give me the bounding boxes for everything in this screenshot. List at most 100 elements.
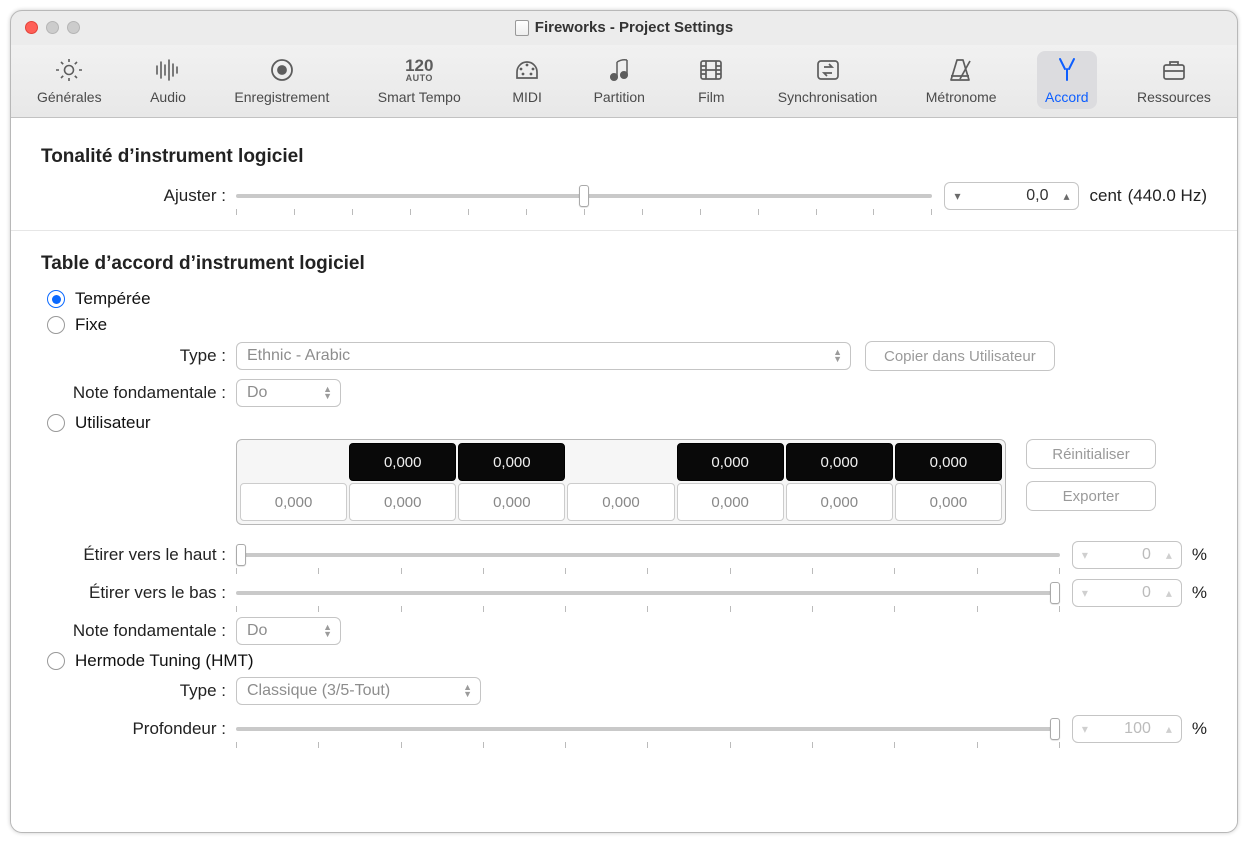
- hmt-type-value: Classique (3/5-Tout): [247, 682, 390, 700]
- export-button[interactable]: Exporter: [1026, 481, 1156, 511]
- stretch-down-stepper[interactable]: ▾ 0 ▴: [1072, 579, 1182, 607]
- section-sw-tuning-title: Tonalité d’instrument logiciel: [41, 146, 1207, 168]
- chevron-updown-icon: ▲▼: [457, 684, 472, 698]
- stepper-down-icon[interactable]: ▾: [1073, 586, 1097, 600]
- radio-fixed[interactable]: [47, 316, 65, 334]
- tune-value[interactable]: 0,0: [969, 187, 1054, 205]
- gear-icon: [51, 55, 87, 85]
- slider-thumb[interactable]: [1050, 718, 1060, 740]
- sync-icon: [810, 55, 846, 85]
- stepper-up-icon[interactable]: ▴: [1054, 189, 1078, 203]
- option-fixed-label: Fixe: [75, 315, 107, 335]
- tab-label: Film: [698, 89, 724, 105]
- tab-general[interactable]: Générales: [29, 51, 110, 109]
- percent-label: %: [1192, 583, 1207, 603]
- option-hmt-row[interactable]: Hermode Tuning (HMT): [47, 651, 1207, 671]
- radio-tempered[interactable]: [47, 290, 65, 308]
- stretch-up-slider[interactable]: [236, 544, 1060, 566]
- black-key-gs[interactable]: 0,000: [786, 443, 893, 481]
- tab-tuning[interactable]: Accord: [1037, 51, 1097, 109]
- waveform-icon: [150, 55, 186, 85]
- radio-user[interactable]: [47, 414, 65, 432]
- fixed-type-label: Type :: [41, 346, 236, 366]
- minimize-window-button[interactable]: [46, 21, 59, 34]
- content-area: Tonalité d’instrument logiciel Ajuster :…: [11, 118, 1237, 832]
- slider-thumb[interactable]: [1050, 582, 1060, 604]
- white-key-d[interactable]: 0,000: [349, 483, 456, 521]
- stretch-up-value[interactable]: 0: [1097, 546, 1157, 564]
- option-user-row[interactable]: Utilisateur: [47, 413, 1207, 433]
- stepper-up-icon[interactable]: ▴: [1157, 586, 1181, 600]
- section-scale-title: Table d’accord d’instrument logiciel: [41, 253, 1207, 275]
- tab-label: Accord: [1045, 89, 1089, 105]
- tune-stepper[interactable]: ▾ 0,0 ▴: [944, 182, 1079, 210]
- cent-label: cent: [1089, 186, 1121, 206]
- tab-recording[interactable]: Enregistrement: [226, 51, 337, 109]
- briefcase-icon: [1156, 55, 1192, 85]
- stepper-down-icon[interactable]: ▾: [945, 189, 969, 203]
- root-note-select[interactable]: Do ▲▼: [236, 379, 341, 407]
- stepper-up-icon[interactable]: ▴: [1157, 548, 1181, 562]
- chevron-updown-icon: ▲▼: [317, 386, 332, 400]
- black-key-ds[interactable]: 0,000: [458, 443, 565, 481]
- white-key-b[interactable]: 0,000: [895, 483, 1002, 521]
- hz-label: (440.0 Hz): [1128, 186, 1207, 206]
- hmt-type-select[interactable]: Classique (3/5-Tout) ▲▼: [236, 677, 481, 705]
- midi-icon: [509, 55, 545, 85]
- root-note-value: Do: [247, 384, 267, 402]
- stretch-down-label: Étirer vers le bas :: [41, 583, 236, 603]
- tune-slider[interactable]: [236, 185, 932, 207]
- white-key-g[interactable]: 0,000: [677, 483, 784, 521]
- black-key-as[interactable]: 0,000: [895, 443, 1002, 481]
- reset-button[interactable]: Réinitialiser: [1026, 439, 1156, 469]
- tab-sync[interactable]: Synchronisation: [770, 51, 886, 109]
- stepper-down-icon[interactable]: ▾: [1073, 548, 1097, 562]
- depth-value[interactable]: 100: [1097, 720, 1157, 738]
- black-key-fs[interactable]: 0,000: [677, 443, 784, 481]
- stepper-up-icon[interactable]: ▴: [1157, 722, 1181, 736]
- zoom-window-button[interactable]: [67, 21, 80, 34]
- percent-label: %: [1192, 719, 1207, 739]
- white-key-a[interactable]: 0,000: [786, 483, 893, 521]
- document-icon: [515, 20, 529, 36]
- option-fixed-row[interactable]: Fixe: [47, 315, 1207, 335]
- white-key-f[interactable]: 0,000: [567, 483, 674, 521]
- option-tempered-label: Tempérée: [75, 289, 151, 309]
- option-tempered-row[interactable]: Tempérée: [47, 289, 1207, 309]
- white-key-c[interactable]: 0,000: [240, 483, 347, 521]
- divider: [11, 230, 1237, 231]
- slider-thumb[interactable]: [236, 544, 246, 566]
- tab-label: Ressources: [1137, 89, 1211, 105]
- stretch-down-value[interactable]: 0: [1097, 584, 1157, 602]
- tab-label: Générales: [37, 89, 102, 105]
- stretch-up-label: Étirer vers le haut :: [41, 545, 236, 565]
- black-key-cs[interactable]: 0,000: [349, 443, 456, 481]
- tab-movie[interactable]: Film: [685, 51, 737, 109]
- tab-smart-tempo[interactable]: 120 AUTO Smart Tempo: [370, 51, 469, 109]
- copy-to-user-button[interactable]: Copier dans Utilisateur: [865, 341, 1055, 371]
- radio-hmt[interactable]: [47, 652, 65, 670]
- tab-audio[interactable]: Audio: [142, 51, 194, 109]
- depth-slider[interactable]: [236, 718, 1060, 740]
- root-note2-select[interactable]: Do ▲▼: [236, 617, 341, 645]
- depth-stepper[interactable]: ▾ 100 ▴: [1072, 715, 1182, 743]
- window-controls: [11, 21, 80, 34]
- fixed-type-value: Ethnic - Arabic: [247, 347, 350, 365]
- record-icon: [264, 55, 300, 85]
- tab-assets[interactable]: Ressources: [1129, 51, 1219, 109]
- tab-metronome[interactable]: Métronome: [918, 51, 1005, 109]
- option-user-label: Utilisateur: [75, 413, 151, 433]
- percent-label: %: [1192, 545, 1207, 565]
- stepper-down-icon[interactable]: ▾: [1073, 722, 1097, 736]
- fixed-type-select[interactable]: Ethnic - Arabic ▲▼: [236, 342, 851, 370]
- tab-score[interactable]: Partition: [586, 51, 653, 109]
- close-window-button[interactable]: [25, 21, 38, 34]
- metronome-icon: [943, 55, 979, 85]
- stretch-up-stepper[interactable]: ▾ 0 ▴: [1072, 541, 1182, 569]
- slider-thumb[interactable]: [579, 185, 589, 207]
- white-key-e[interactable]: 0,000: [458, 483, 565, 521]
- tab-midi[interactable]: MIDI: [501, 51, 553, 109]
- tempo-icon: 120 AUTO: [401, 55, 437, 85]
- film-icon: [693, 55, 729, 85]
- stretch-down-slider[interactable]: [236, 582, 1060, 604]
